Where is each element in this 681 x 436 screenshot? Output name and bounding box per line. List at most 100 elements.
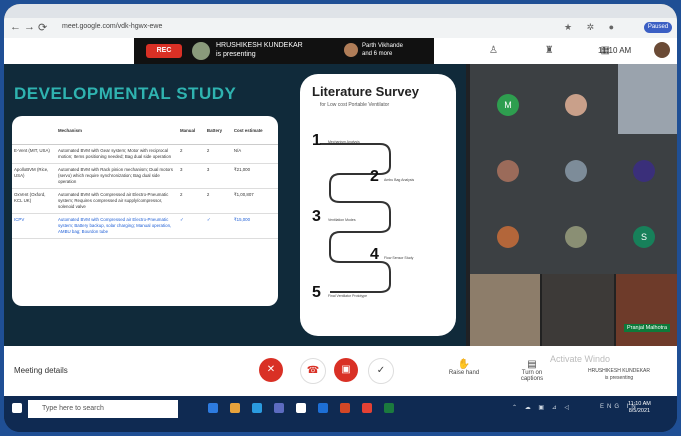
literature-survey-card: Literature Survey for Low cost Portable …: [300, 74, 456, 336]
video-tile[interactable]: [470, 274, 540, 346]
start-icon[interactable]: [12, 403, 22, 413]
participant-tile[interactable]: M: [478, 74, 540, 136]
video-tile[interactable]: [542, 274, 614, 346]
meeting-details-button[interactable]: Meeting details: [14, 366, 68, 375]
self-avatar[interactable]: [654, 42, 670, 58]
table-cell: ApolloBVM (Rice, USA): [12, 163, 56, 189]
table-cell: 3: [204, 163, 232, 189]
participant-avatar: [497, 160, 519, 182]
profile-badge[interactable]: Paused: [644, 22, 672, 33]
end-call-button[interactable]: ☎: [300, 358, 326, 384]
presenting-status: is presenting: [604, 375, 634, 381]
participant-label: Parth Vikhande and 6 more: [362, 42, 403, 58]
table-cell: N/A: [231, 144, 278, 164]
presenter-name: HRUSHIKESH KUNDEKAR: [216, 42, 303, 49]
taskbar-date: 8/5/2021: [628, 408, 651, 414]
chrome-icon[interactable]: [362, 403, 372, 413]
presenter-status: is presenting: [216, 51, 256, 58]
present-button[interactable]: ✓: [368, 358, 394, 384]
taskbar-search[interactable]: Type here to search: [28, 400, 178, 418]
table-cell: ✓: [178, 213, 205, 239]
mail-icon[interactable]: [296, 403, 306, 413]
url-text[interactable]: meet.google.com/vdk-hgwx-ewe: [62, 23, 162, 30]
table-cell: Automated BVM with Rack pinion mechanism…: [56, 163, 178, 189]
participant-tile[interactable]: S: [614, 206, 676, 268]
forward-icon[interactable]: →: [24, 21, 35, 33]
lit-step-number: 4: [370, 246, 379, 263]
participant-avatar: M: [497, 94, 519, 116]
participant-tile[interactable]: [546, 74, 608, 136]
participant-avatar: S: [633, 226, 655, 248]
presented-slide: DEVELOPMENTAL STUDY Mechanism Manual Bat…: [4, 64, 466, 346]
cortana-icon[interactable]: [208, 403, 218, 413]
lit-step-label: Mechanism Analysis: [328, 140, 360, 144]
table-cell: ₹15,000: [231, 213, 278, 239]
table-cell: 2: [204, 188, 232, 214]
table-row: E-Vent (MIT, USA) Automated BVM with Gea…: [12, 144, 278, 164]
participant-avatar: [633, 160, 655, 182]
lit-step-label: Ventilation Modes: [328, 218, 356, 222]
captions-button[interactable]: ▤ Turn on captions: [512, 359, 552, 382]
participant-tile[interactable]: [546, 140, 608, 202]
table-cell: ICPV: [12, 213, 56, 239]
participant-avatar: [344, 43, 358, 57]
mic-off-button[interactable]: ✕: [259, 358, 283, 382]
captions-icon: ▤: [527, 359, 537, 370]
slide-title: DEVELOPMENTAL STUDY: [14, 84, 237, 103]
back-icon[interactable]: ←: [10, 21, 21, 33]
table-cell: ₹1,00,807: [231, 188, 278, 214]
system-tray[interactable]: ⌃ ☁ ▣ ⊿ ◁: [512, 404, 572, 411]
presenter-avatar: [192, 42, 210, 60]
participant-tile[interactable]: [478, 140, 540, 202]
taskbar-clock[interactable]: 11:10 AM 8/5/2021: [628, 401, 651, 415]
presenter-label: HRUSHIKESH KUNDEKAR is presenting: [216, 41, 303, 59]
table-header: Battery: [204, 116, 232, 145]
explorer-icon[interactable]: [230, 403, 240, 413]
comparison-table: Mechanism Manual Battery Cost estimate E…: [12, 116, 278, 239]
table-header: [12, 116, 56, 145]
lit-step-number: 5: [312, 284, 321, 301]
participant-tile[interactable]: [478, 206, 540, 268]
lit-step-number: 1: [312, 132, 321, 149]
participant-status: and 6 more: [362, 51, 393, 57]
powerpoint-icon[interactable]: [340, 403, 350, 413]
table-header: Manual: [178, 116, 205, 145]
edge-icon[interactable]: [252, 403, 262, 413]
address-bar: ← → ⟳ meet.google.com/vdk-hgwx-ewe ★ ✲ ●…: [4, 18, 677, 39]
taskbar-time: 11:10 AM: [628, 401, 651, 407]
presenting-indicator[interactable]: HRUSHIKESH KUNDEKAR is presenting: [584, 356, 654, 382]
participant-tile[interactable]: [614, 140, 676, 202]
participant-avatar: [565, 226, 587, 248]
store-icon[interactable]: [274, 403, 284, 413]
table-row: ICPV Automated BVM with Compressed air E…: [12, 213, 278, 239]
table-cell: ✓: [204, 213, 232, 239]
screen-frame: ← → ⟳ meet.google.com/vdk-hgwx-ewe ★ ✲ ●…: [4, 4, 677, 432]
camera-video-tile[interactable]: [618, 64, 677, 134]
captions-label: Turn on captions: [520, 370, 544, 382]
lit-step-number: 3: [312, 208, 321, 225]
participant-avatar: [565, 94, 587, 116]
video-tile[interactable]: [616, 274, 677, 346]
table-row: ApolloBVM (Rice, USA) Automated BVM with…: [12, 163, 278, 189]
table-cell: 2: [178, 188, 205, 214]
lit-step-number: 2: [370, 168, 379, 185]
raise-hand-button[interactable]: ✋ Raise hand: [446, 359, 482, 376]
participant-name: Parth Vikhande: [362, 43, 403, 49]
word-icon[interactable]: [318, 403, 328, 413]
excel-icon[interactable]: [384, 403, 394, 413]
presenting-name: HRUSHIKESH KUNDEKAR: [588, 368, 650, 374]
browser-extension-icons[interactable]: ★ ✲ ●: [564, 22, 620, 33]
participant-avatar: [565, 160, 587, 182]
table-cell: 3: [178, 163, 205, 189]
lit-step-label: Ambu Bag Analysis: [384, 178, 415, 182]
lit-step-label: Final Ventilator Prototype: [328, 294, 368, 298]
comparison-table-card: Mechanism Manual Battery Cost estimate E…: [12, 116, 278, 306]
camera-off-button[interactable]: ▣: [334, 358, 358, 382]
participant-tile[interactable]: [546, 206, 608, 268]
search-placeholder: Type here to search: [42, 405, 104, 412]
recording-badge: REC: [146, 44, 182, 58]
table-header: Mechanism: [56, 116, 178, 145]
reload-icon[interactable]: ⟳: [38, 21, 47, 34]
table-cell: Automated BVM with Compressed air Electr…: [56, 188, 178, 214]
table-cell: E-Vent (MIT, USA): [12, 144, 56, 164]
